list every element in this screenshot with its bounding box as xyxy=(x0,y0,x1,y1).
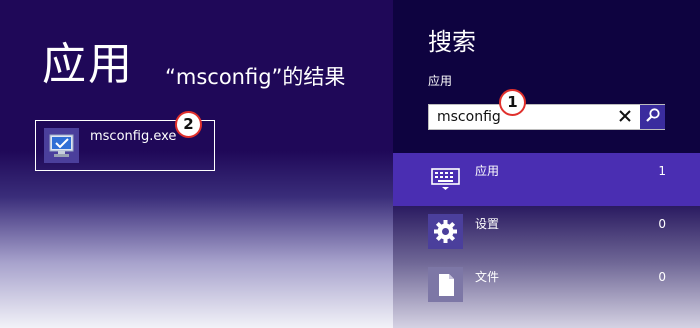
scope-settings[interactable]: 设置 0 xyxy=(393,206,700,259)
gear-icon xyxy=(428,214,463,249)
clear-search-button[interactable] xyxy=(614,107,636,127)
callout-marker-1: 1 xyxy=(499,89,526,116)
scope-settings-label: 设置 xyxy=(475,217,500,231)
results-panel: 应用 “msconfig”的结果 msconfig.exe xyxy=(0,0,393,328)
results-query-caption: “msconfig”的结果 xyxy=(165,65,346,89)
scope-files-count: 0 xyxy=(658,270,666,284)
callout-marker-2: 2 xyxy=(175,111,202,138)
search-charm: 搜索 应用 msconfig 应用 1 设置 0 文件 0 xyxy=(393,0,700,328)
result-item-label: msconfig.exe xyxy=(90,129,177,144)
search-charm-title: 搜索 xyxy=(428,28,476,56)
monitor-check-icon xyxy=(44,128,79,163)
scope-apps-label: 应用 xyxy=(475,164,500,178)
document-icon xyxy=(428,267,463,302)
results-heading: 应用 xyxy=(42,39,134,90)
search-icon xyxy=(645,107,661,127)
scope-settings-count: 0 xyxy=(658,217,666,231)
close-icon xyxy=(618,108,632,127)
search-box xyxy=(428,104,665,130)
scope-files[interactable]: 文件 0 xyxy=(393,259,700,312)
scope-apps[interactable]: 应用 1 xyxy=(393,153,700,206)
keyboard-icon xyxy=(428,161,463,196)
scope-apps-count: 1 xyxy=(658,164,666,178)
search-scope-label: 应用 xyxy=(428,74,453,88)
search-button[interactable] xyxy=(640,105,665,129)
scope-files-label: 文件 xyxy=(475,270,500,284)
